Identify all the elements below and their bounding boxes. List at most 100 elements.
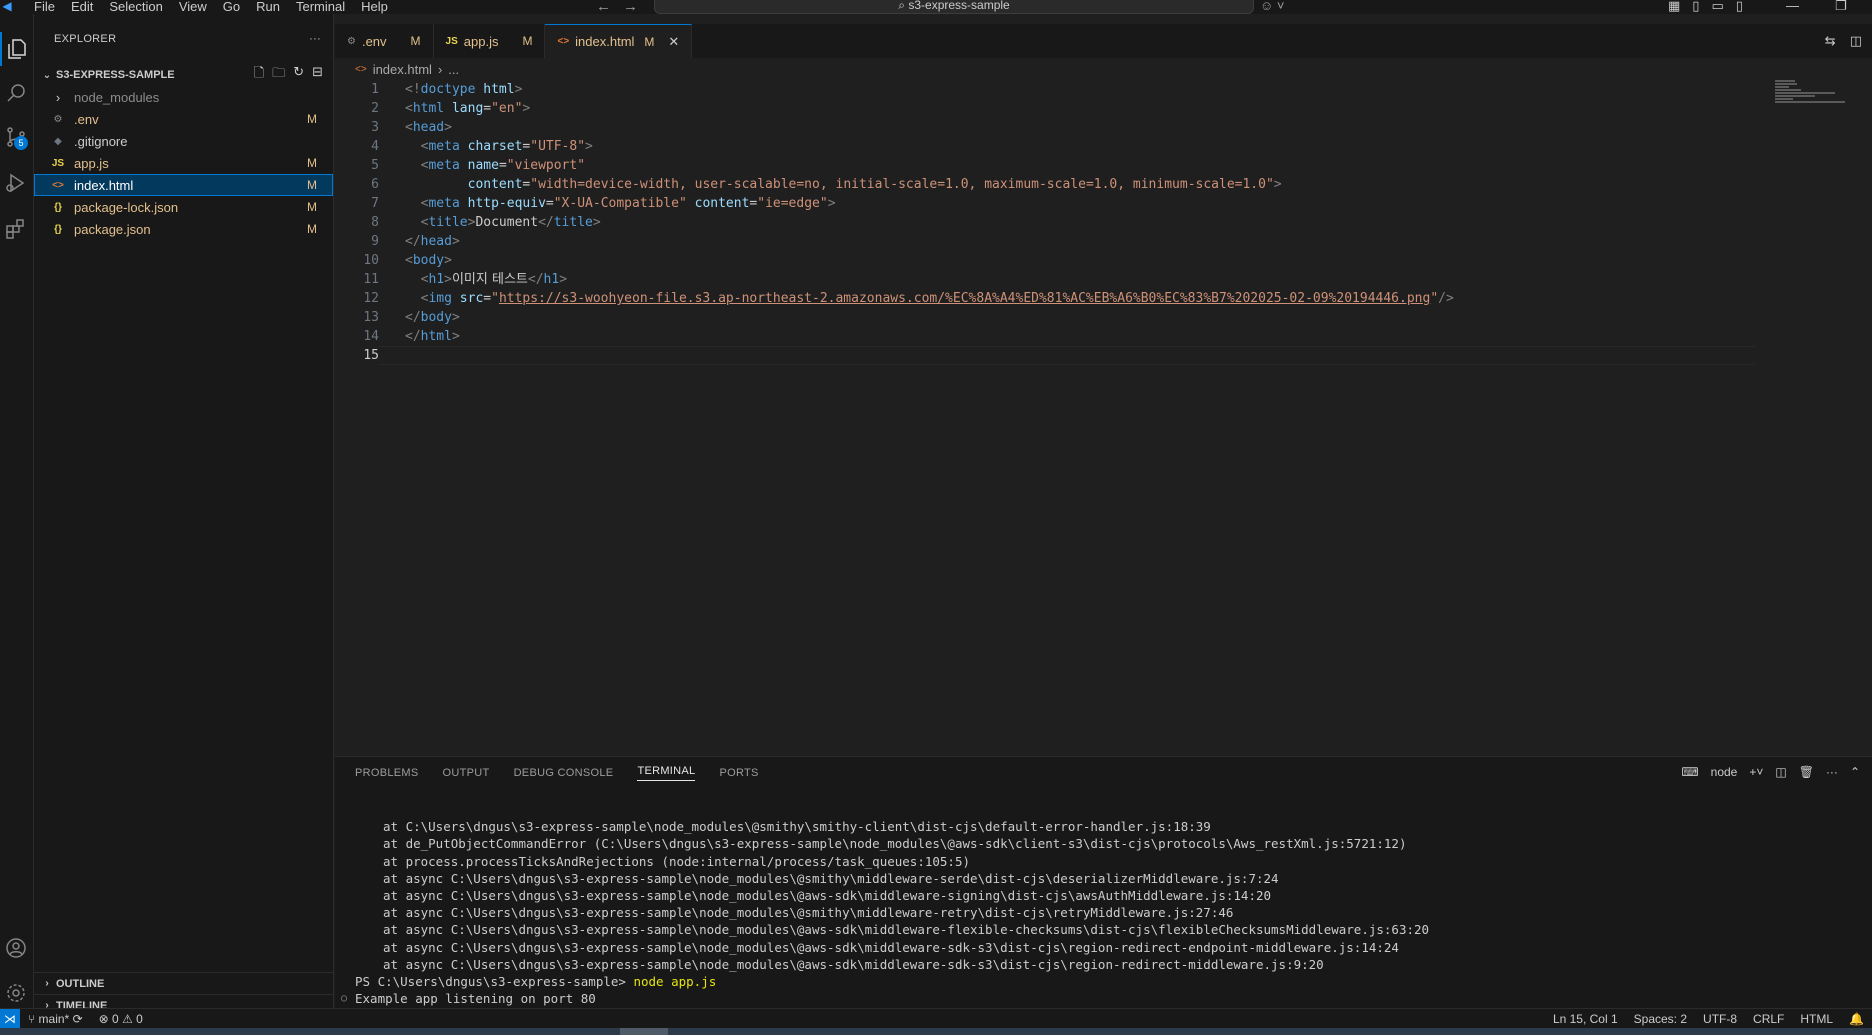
- menu-file[interactable]: File: [26, 0, 63, 13]
- tree-item-gitignore[interactable]: ◆ .gitignore: [34, 130, 333, 152]
- breadcrumb-symbol[interactable]: ...: [448, 62, 459, 77]
- code-editor[interactable]: 1 <!doctype html> 2 <html lang="en"> 3 <hea…: [335, 80, 1775, 365]
- terminal-output[interactable]: at C:\Users\dngus\s3-express-sample\node…: [341, 801, 1429, 1035]
- line-number: 14: [363, 329, 379, 344]
- line-number: 6: [371, 177, 379, 192]
- more-actions-icon[interactable]: ···: [309, 33, 321, 45]
- outline-section[interactable]: › OUTLINE: [34, 972, 334, 994]
- menu-selection[interactable]: Selection: [101, 0, 170, 13]
- explorer-icon[interactable]: [0, 32, 32, 66]
- toggle-sidebar-icon[interactable]: ▯: [1692, 0, 1699, 14]
- scrollbar-thumb[interactable]: [620, 1028, 668, 1035]
- source-control-badge: 5: [14, 136, 28, 150]
- line-number: 15: [363, 348, 379, 363]
- extensions-icon[interactable]: [0, 212, 32, 246]
- cursor-position[interactable]: Ln 15, Col 1: [1545, 1012, 1626, 1026]
- javascript-file-icon: JS: [51, 157, 65, 169]
- collapse-all-icon[interactable]: ⊟: [312, 64, 323, 86]
- menu-help[interactable]: Help: [353, 0, 396, 13]
- refresh-icon[interactable]: ↻: [293, 64, 304, 86]
- kill-terminal-trash-icon[interactable]: 🗑: [1799, 765, 1814, 779]
- toggle-panel-icon[interactable]: ▭: [1711, 0, 1723, 14]
- file-name: .env: [74, 111, 99, 127]
- panel-tabs: PROBLEMS OUTPUT DEBUG CONSOLE TERMINAL P…: [335, 757, 1872, 789]
- restore-icon[interactable]: ❐: [1835, 0, 1847, 14]
- command-center-search[interactable]: ⌕ s3-express-sample: [654, 0, 1254, 14]
- horizontal-scrollbar[interactable]: [0, 1028, 1872, 1035]
- maximize-panel-chevron-up-icon[interactable]: ⌃: [1850, 765, 1860, 779]
- tree-item-app-js[interactable]: JS app.js M: [34, 152, 333, 174]
- notifications-bell-icon[interactable]: 🔔: [1841, 1012, 1872, 1026]
- tree-item-package-lock-json[interactable]: {} package-lock.json M: [34, 196, 333, 218]
- line-number: 7: [371, 196, 379, 211]
- forward-arrow-icon[interactable]: →: [623, 0, 638, 15]
- split-editor-icon[interactable]: ◫: [1850, 33, 1862, 49]
- tab-output[interactable]: OUTPUT: [443, 767, 490, 779]
- tab-debug-console[interactable]: DEBUG CONSOLE: [514, 767, 614, 779]
- code-line: 5 <meta name="viewport": [335, 156, 1775, 175]
- img-src-link[interactable]: https://s3-woohyeon-file.s3.ap-northeast…: [499, 291, 1430, 306]
- encoding[interactable]: UTF-8: [1695, 1012, 1745, 1026]
- terminal-shell-name[interactable]: node: [1711, 765, 1738, 779]
- tree-item-node-modules[interactable]: › node_modules: [34, 86, 333, 108]
- tab-ports[interactable]: PORTS: [719, 767, 758, 779]
- tree-item-package-json[interactable]: {} package.json M: [34, 218, 333, 240]
- problems-status[interactable]: ⊗ 0 ⚠ 0: [91, 1012, 151, 1026]
- menu-bar: File Edit Selection View Go Run Terminal…: [26, 0, 396, 13]
- close-tab-icon[interactable]: ✕: [668, 34, 679, 50]
- code-line: 9 </head>: [335, 232, 1775, 251]
- menu-view[interactable]: View: [171, 0, 215, 13]
- end-of-line[interactable]: CRLF: [1745, 1012, 1792, 1026]
- settings-file-icon: ⚙: [53, 113, 63, 125]
- minimize-icon[interactable]: —: [1786, 0, 1799, 14]
- minimap[interactable]: [1775, 80, 1855, 110]
- branch-status[interactable]: ⑂ main* ⟳: [20, 1012, 91, 1026]
- new-terminal-icon[interactable]: +˅: [1749, 765, 1763, 779]
- code-line: 13 </body>: [335, 308, 1775, 327]
- new-file-icon[interactable]: 🗋: [254, 64, 264, 86]
- copilot-icon[interactable]: ☺ ˅: [1260, 0, 1284, 13]
- file-name: index.html: [74, 177, 134, 193]
- remote-indicator-icon[interactable]: ⋊: [0, 1008, 20, 1029]
- terminal-icon: ⌨: [1681, 765, 1699, 779]
- workspace-folder-header[interactable]: ⌄ S3-EXPRESS-SAMPLE 🗋 🗀 ↻ ⊟: [34, 64, 333, 86]
- source-control-icon[interactable]: 5: [0, 120, 32, 154]
- tab-app-js[interactable]: JS app.js M: [434, 24, 546, 58]
- code-line: 7 <meta http-equiv="X-UA-Compatible" con…: [335, 194, 1775, 213]
- tab-env[interactable]: ⚙ .env M: [335, 24, 434, 58]
- code-line: 4 <meta charset="UTF-8">: [335, 137, 1775, 156]
- customize-layout-icon[interactable]: ▦: [1668, 0, 1680, 14]
- line-number: 4: [371, 139, 379, 154]
- tree-item-index-html[interactable]: <> index.html M: [34, 174, 333, 196]
- explorer-sidebar: EXPLORER ··· ⌄ S3-EXPRESS-SAMPLE 🗋 🗀 ↻ ⊟…: [34, 14, 334, 1014]
- menu-edit[interactable]: Edit: [63, 0, 101, 13]
- search-view-icon[interactable]: [0, 76, 32, 110]
- language-mode[interactable]: HTML: [1792, 1012, 1841, 1026]
- menu-terminal[interactable]: Terminal: [288, 0, 353, 13]
- open-changes-icon[interactable]: ⇆: [1825, 33, 1836, 49]
- new-folder-icon[interactable]: 🗀: [272, 64, 285, 86]
- indentation[interactable]: Spaces: 2: [1626, 1012, 1695, 1026]
- tab-index-html[interactable]: <> index.html M ✕: [545, 24, 693, 58]
- tab-problems[interactable]: PROBLEMS: [355, 767, 419, 779]
- terminal-line: at de_PutObjectCommandError (C:\Users\dn…: [383, 836, 1407, 852]
- tab-terminal[interactable]: TERMINAL: [637, 765, 696, 781]
- toggle-secondary-sidebar-icon[interactable]: ▯: [1736, 0, 1743, 14]
- back-arrow-icon[interactable]: ←: [596, 0, 611, 15]
- warning-count: 0: [136, 1011, 143, 1026]
- viewport-content-value: width=device-width, user-scalable=no, in…: [538, 177, 1266, 192]
- accounts-icon[interactable]: [0, 931, 32, 965]
- tree-item-env[interactable]: ⚙ .env M: [34, 108, 333, 130]
- chevron-right-icon: ›: [45, 978, 49, 989]
- split-terminal-icon[interactable]: ◫: [1775, 765, 1786, 779]
- git-status-badge: M: [307, 200, 317, 214]
- menu-run[interactable]: Run: [248, 0, 288, 13]
- h1-text-value: 이미지 테스트: [451, 272, 528, 287]
- run-debug-icon[interactable]: [0, 166, 32, 200]
- breadcrumb-file[interactable]: index.html: [373, 62, 432, 77]
- more-actions-icon[interactable]: ···: [1826, 765, 1838, 779]
- menu-go[interactable]: Go: [215, 0, 248, 13]
- manage-gear-icon[interactable]: [0, 976, 32, 1010]
- breadcrumb: <> index.html › ...: [355, 60, 459, 78]
- terminal-line: at process.processTicksAndRejections (no…: [383, 853, 970, 869]
